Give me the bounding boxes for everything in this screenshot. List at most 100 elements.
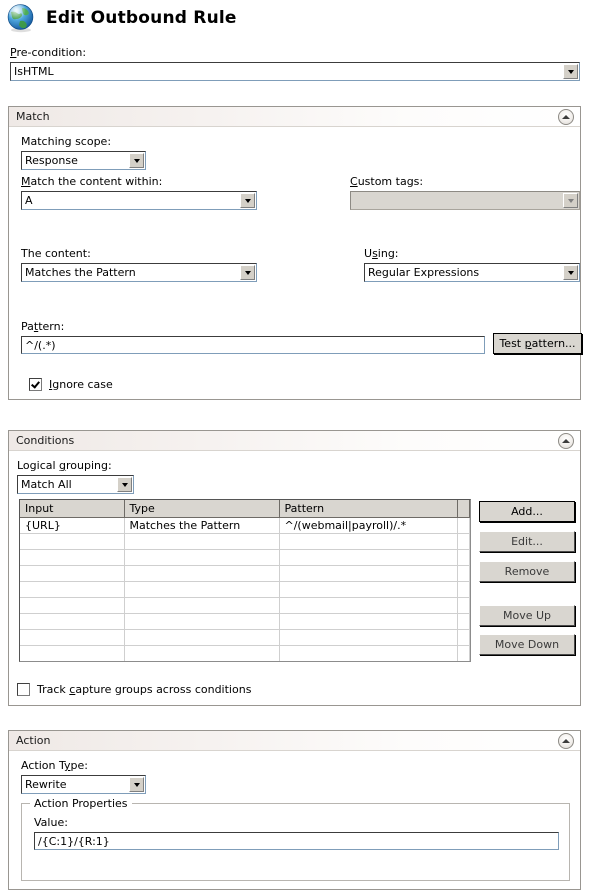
add-condition-label: Add... bbox=[511, 505, 543, 518]
table-row-empty[interactable] bbox=[20, 613, 470, 630]
cell-empty bbox=[279, 533, 458, 550]
track-capture-groups-label: Track capture groups across conditions bbox=[37, 683, 252, 696]
cell-empty bbox=[457, 565, 470, 582]
the-content-combo[interactable]: Matches the Pattern bbox=[21, 263, 257, 282]
cell-type: Matches the Pattern bbox=[124, 517, 280, 534]
using-label-text: ing: bbox=[377, 247, 399, 260]
ignore-case-label: Ignore case bbox=[49, 378, 113, 391]
using-combo[interactable]: Regular Expressions bbox=[364, 263, 580, 282]
cell-empty bbox=[20, 533, 125, 550]
action-value-input[interactable]: /{C:1}/{R:1} bbox=[34, 832, 559, 850]
cell-empty bbox=[20, 565, 125, 582]
cell-empty bbox=[457, 613, 470, 630]
chevron-down-icon[interactable] bbox=[240, 265, 255, 280]
precondition-group: Pre-condition: bbox=[10, 46, 580, 62]
cell-empty bbox=[457, 597, 470, 614]
precondition-label: Pre-condition: bbox=[10, 46, 87, 59]
table-row-empty[interactable] bbox=[20, 581, 470, 598]
cell-empty bbox=[124, 629, 280, 646]
remove-condition-button[interactable]: Remove bbox=[479, 561, 575, 582]
cell-empty bbox=[279, 549, 458, 566]
content-within-label-text: atch the content within: bbox=[30, 175, 163, 188]
cell-empty bbox=[279, 581, 458, 598]
the-content-label: The content: bbox=[21, 247, 91, 260]
pattern-label: Pattern: bbox=[21, 320, 65, 333]
action-value-label: Value: bbox=[34, 816, 68, 829]
action-type-value: Rewrite bbox=[25, 778, 67, 791]
track-capture-groups-row[interactable]: Track capture groups across conditions bbox=[17, 683, 251, 696]
logical-grouping-label-text: rouping: bbox=[66, 459, 112, 472]
cell-empty bbox=[124, 565, 280, 582]
pattern-input[interactable]: ^/(.*) bbox=[21, 336, 485, 354]
conditions-panel: Conditions Logical grouping: Match All I… bbox=[8, 430, 581, 706]
custom-tags-combo[interactable] bbox=[350, 191, 580, 210]
cell-empty bbox=[124, 549, 280, 566]
matching-scope-value: Response bbox=[25, 154, 78, 167]
precondition-combo[interactable]: IsHTML bbox=[10, 62, 580, 81]
the-content-value: Matches the Pattern bbox=[25, 266, 136, 279]
chevron-down-icon[interactable] bbox=[129, 153, 144, 168]
cell-empty bbox=[457, 629, 470, 646]
precondition-label-text: re-condition: bbox=[16, 46, 87, 59]
chevron-down-icon[interactable] bbox=[563, 193, 578, 208]
match-panel-header: Match bbox=[9, 107, 580, 127]
move-up-button[interactable]: Move Up bbox=[479, 605, 575, 626]
edit-condition-label: Edit... bbox=[511, 535, 543, 548]
conditions-grid[interactable]: Input Type Pattern {URL} Matches the Patt… bbox=[19, 499, 471, 662]
page-title: Edit Outbound Rule bbox=[46, 8, 237, 28]
logical-grouping-combo[interactable]: Match All bbox=[17, 475, 134, 494]
cell-empty bbox=[457, 533, 470, 550]
cell-empty bbox=[20, 629, 125, 646]
add-condition-button[interactable]: Add... bbox=[479, 501, 575, 522]
using-value: Regular Expressions bbox=[368, 266, 480, 279]
conditions-section-title: Conditions bbox=[16, 434, 75, 447]
chevron-up-icon[interactable] bbox=[558, 433, 574, 449]
edit-condition-button[interactable]: Edit... bbox=[479, 531, 575, 552]
table-row-empty[interactable] bbox=[20, 597, 470, 614]
cell-empty bbox=[20, 613, 125, 630]
chevron-up-icon[interactable] bbox=[558, 733, 574, 749]
test-pattern-button[interactable]: Test pattern... bbox=[493, 333, 582, 354]
table-row-empty[interactable] bbox=[20, 565, 470, 582]
column-header-pattern[interactable]: Pattern bbox=[279, 500, 458, 518]
chevron-down-icon[interactable] bbox=[129, 777, 144, 792]
chevron-down-icon[interactable] bbox=[117, 477, 132, 492]
action-type-label-text: pe: bbox=[70, 759, 88, 772]
cell-empty bbox=[20, 581, 125, 598]
cell-empty bbox=[20, 597, 125, 614]
track-capture-groups-checkbox[interactable] bbox=[17, 683, 30, 696]
table-row-empty[interactable] bbox=[20, 549, 470, 566]
cell-filler bbox=[457, 517, 470, 534]
move-up-label: Move Up bbox=[502, 609, 552, 622]
custom-tags-label: Custom tags: bbox=[350, 175, 424, 188]
action-type-combo[interactable]: Rewrite bbox=[21, 775, 146, 794]
custom-tags-label-text: ustom tags: bbox=[357, 175, 424, 188]
table-row-empty[interactable] bbox=[20, 629, 470, 646]
conditions-panel-header: Conditions bbox=[9, 431, 580, 451]
cell-empty bbox=[457, 549, 470, 566]
logical-grouping-value: Match All bbox=[21, 478, 72, 491]
content-within-label: Match the content within: bbox=[21, 175, 163, 188]
table-row-empty[interactable] bbox=[20, 533, 470, 550]
ignore-case-checkbox[interactable] bbox=[29, 378, 42, 391]
cell-empty bbox=[279, 645, 458, 661]
test-pattern-label: Test pattern... bbox=[499, 337, 576, 350]
cell-pattern: ^/(webmail|payroll)/.* bbox=[279, 517, 458, 534]
table-row[interactable]: {URL} Matches the Pattern ^/(webmail|payro… bbox=[20, 517, 470, 534]
matching-scope-combo[interactable]: Response bbox=[21, 151, 146, 170]
table-row-empty[interactable] bbox=[20, 645, 470, 661]
cell-empty bbox=[279, 613, 458, 630]
ignore-case-checkbox-row[interactable]: Ignore case bbox=[29, 378, 113, 391]
chevron-down-icon[interactable] bbox=[563, 64, 578, 79]
cell-empty bbox=[124, 645, 280, 661]
column-header-type[interactable]: Type bbox=[124, 500, 280, 518]
cell-empty bbox=[279, 565, 458, 582]
action-panel: Action Action Type: Rewrite Action Prope… bbox=[8, 730, 581, 890]
chevron-down-icon[interactable] bbox=[563, 265, 578, 280]
column-header-input[interactable]: Input bbox=[20, 500, 125, 518]
chevron-up-icon[interactable] bbox=[558, 109, 574, 125]
cell-empty bbox=[20, 549, 125, 566]
chevron-down-icon[interactable] bbox=[240, 193, 255, 208]
move-down-button[interactable]: Move Down bbox=[479, 634, 575, 655]
content-within-combo[interactable]: A bbox=[21, 191, 257, 210]
